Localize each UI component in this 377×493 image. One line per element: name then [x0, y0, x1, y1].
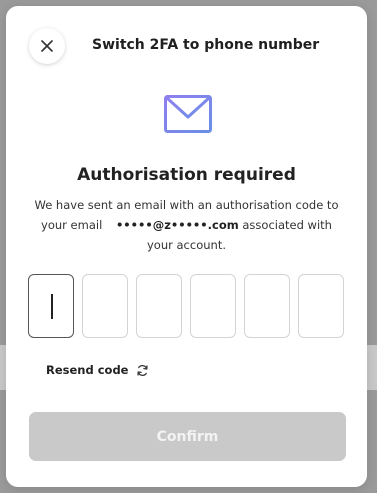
otp-digit-1[interactable]: [28, 274, 74, 338]
envelope-icon: [164, 95, 212, 133]
otp-digit-5[interactable]: [244, 274, 290, 338]
resend-code-button[interactable]: Resend code: [46, 363, 149, 377]
masked-email: •••••@z•••••.com: [115, 218, 239, 232]
refresh-icon: [137, 364, 149, 376]
otp-input-group: [28, 274, 344, 338]
close-button[interactable]: [29, 28, 65, 64]
resend-code-label: Resend code: [46, 363, 129, 377]
text-caret: [51, 294, 53, 319]
auth-heading: Authorisation required: [77, 165, 296, 185]
close-icon: [41, 40, 53, 52]
switch-2fa-modal: Switch 2FA to phone number Authorisation…: [6, 6, 367, 487]
otp-digit-2[interactable]: [82, 274, 128, 338]
confirm-button[interactable]: Confirm: [29, 412, 346, 461]
modal-title: Switch 2FA to phone number: [92, 37, 320, 53]
otp-digit-6[interactable]: [298, 274, 344, 338]
auth-description: We have sent an email with an authorisat…: [32, 195, 341, 255]
otp-digit-4[interactable]: [190, 274, 236, 338]
otp-digit-3[interactable]: [136, 274, 182, 338]
